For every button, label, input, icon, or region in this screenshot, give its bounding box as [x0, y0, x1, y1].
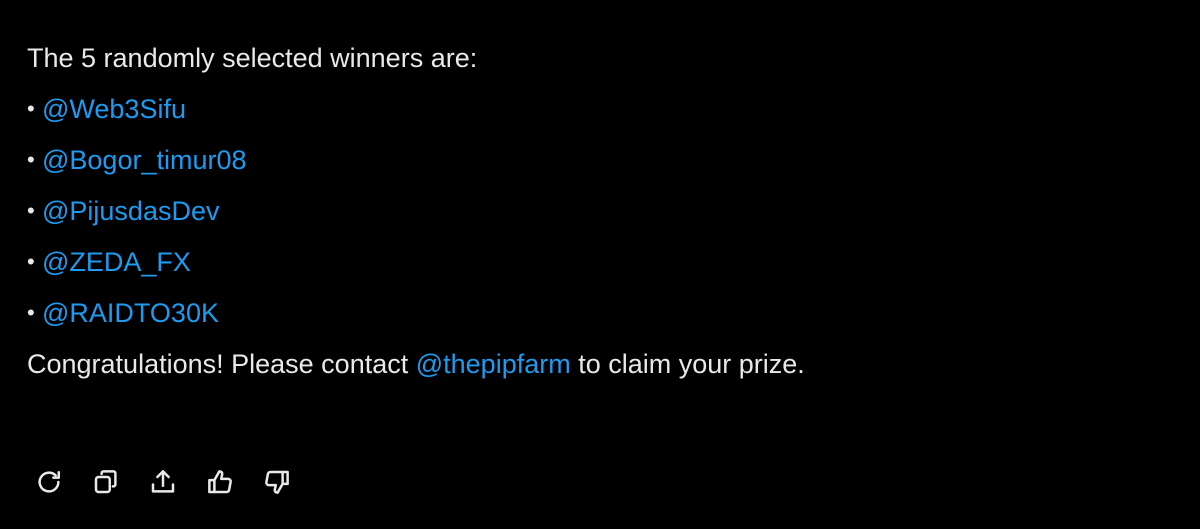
closing-text: Congratulations! Please contact @thepipf… — [27, 344, 1167, 384]
action-bar — [32, 465, 317, 499]
winners-list: • @Web3Sifu • @Bogor_timur08 • @Pijusdas… — [27, 89, 1167, 333]
closing-text-start: Congratulations! Please contact — [27, 349, 416, 379]
thumbs-up-button[interactable] — [203, 465, 237, 499]
copy-button[interactable] — [89, 465, 123, 499]
message-body: The 5 randomly selected winners are: • @… — [27, 38, 1167, 384]
winner-mention-link[interactable]: @RAIDTO30K — [42, 293, 219, 333]
thumbs-down-icon — [265, 470, 289, 494]
refresh-icon — [38, 471, 60, 493]
regenerate-button[interactable] — [32, 465, 66, 499]
list-item: • @Web3Sifu — [27, 89, 1167, 129]
winner-mention-link[interactable]: @Bogor_timur08 — [42, 140, 247, 180]
list-item: • @PijusdasDev — [27, 191, 1167, 231]
bullet: • — [27, 300, 35, 325]
copy-icon — [94, 470, 117, 494]
bullet: • — [27, 198, 35, 223]
list-item: • @RAIDTO30K — [27, 293, 1167, 333]
contact-mention-link[interactable]: @thepipfarm — [416, 349, 571, 379]
winner-mention-link[interactable]: @PijusdasDev — [42, 191, 219, 231]
intro-text: The 5 randomly selected winners are: — [27, 43, 478, 73]
share-button[interactable] — [146, 465, 180, 499]
list-item: • @ZEDA_FX — [27, 242, 1167, 282]
thumbs-down-button[interactable] — [260, 465, 294, 499]
thumbs-up-icon — [208, 470, 232, 494]
list-item: • @Bogor_timur08 — [27, 140, 1167, 180]
closing-text-end: to claim your prize. — [570, 349, 805, 379]
winner-mention-link[interactable]: @Web3Sifu — [42, 89, 186, 129]
winner-mention-link[interactable]: @ZEDA_FX — [42, 242, 191, 282]
bullet: • — [27, 249, 35, 274]
bullet: • — [27, 96, 35, 121]
bullet: • — [27, 147, 35, 172]
share-icon — [151, 470, 175, 493]
